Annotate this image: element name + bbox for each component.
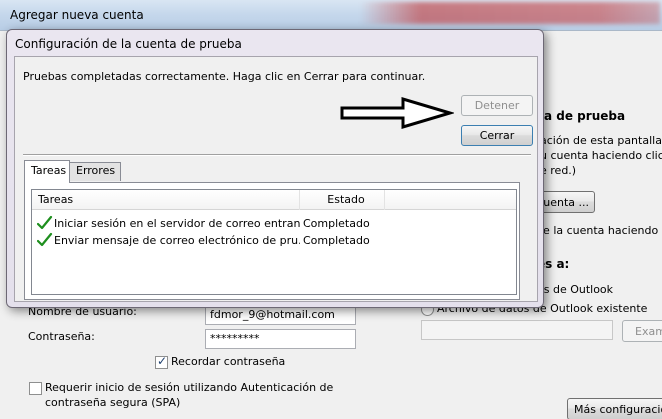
dialog-title: Configuración de la cuenta de prueba xyxy=(15,37,242,51)
spa-label-line1: Requerir inicio de sesión utilizando Aut… xyxy=(45,381,334,394)
stop-button[interactable]: Detener xyxy=(461,95,533,116)
close-button[interactable]: Cerrar xyxy=(461,125,533,146)
table-row[interactable]: Iniciar sesión en el servidor de correo … xyxy=(32,215,516,232)
datafile-path-input[interactable] xyxy=(421,320,613,340)
password-label: Contraseña: xyxy=(28,330,95,343)
table-row[interactable]: Enviar mensaje de correo electrónico de … xyxy=(32,232,516,249)
test-para-line2: u cuenta haciendo clic en xyxy=(540,149,662,162)
spa-label-line2: contraseña segura (SPA) xyxy=(45,396,181,409)
green-check-icon xyxy=(37,232,53,247)
task-status: Completado xyxy=(303,234,370,247)
test-para-line1: ación de esta pantalla, le xyxy=(540,134,662,147)
dialog-client-area: Pruebas completadas correctamente. Haga … xyxy=(14,56,538,302)
task-name: Enviar mensaje de correo electrónico de … xyxy=(54,234,300,247)
arrow-annotation-icon xyxy=(340,96,454,130)
status-message: Pruebas completadas correctamente. Haga … xyxy=(23,70,426,83)
tab-errors[interactable]: Errores xyxy=(69,162,121,181)
remember-password-label: Recordar contraseña xyxy=(171,355,286,368)
auto-test-label: le la cuenta haciendo clic xyxy=(540,224,662,237)
tasks-tab-panel: Tareas Estado Iniciar sesión en el servi… xyxy=(24,182,520,300)
tasks-list[interactable]: Tareas Estado Iniciar sesión en el servi… xyxy=(31,189,517,295)
task-status: Completado xyxy=(303,217,370,230)
tab-tasks[interactable]: Tareas xyxy=(24,160,70,183)
test-para-line3: e red.) xyxy=(540,164,577,177)
password-input[interactable]: ********* xyxy=(205,329,356,349)
more-settings-button[interactable]: Más configuraciones xyxy=(567,398,662,419)
test-settings-heading: a de prueba xyxy=(544,109,626,123)
remember-password-checkbox[interactable] xyxy=(155,354,168,369)
browse-button[interactable]: Exam xyxy=(622,320,662,342)
green-check-icon xyxy=(37,215,53,230)
option-new-datafile-label: os de Outlook xyxy=(537,283,614,296)
window-title: Agregar nueva cuenta xyxy=(10,8,144,22)
blurred-title-area xyxy=(360,2,660,24)
column-header-status[interactable]: Estado xyxy=(300,190,385,210)
test-account-settings-dialog: Configuración de la cuenta de prueba Pru… xyxy=(6,29,544,308)
window-titlebar: Agregar nueva cuenta xyxy=(0,0,662,30)
task-name: Iniciar sesión en el servidor de correo … xyxy=(54,217,300,230)
column-header-tasks[interactable]: Tareas xyxy=(32,190,300,210)
list-header: Tareas Estado xyxy=(32,190,516,210)
spa-checkbox[interactable] xyxy=(29,382,42,395)
separator xyxy=(23,154,531,156)
username-input[interactable]: fdmor_9@hotmail.com xyxy=(205,305,356,325)
